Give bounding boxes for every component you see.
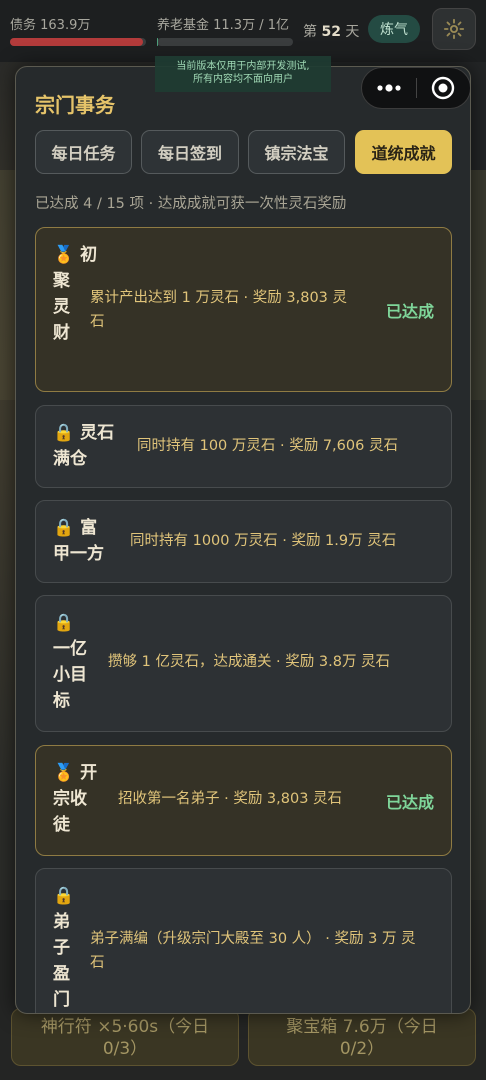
medal-icon: 🏅 bbox=[53, 763, 75, 783]
achievement-name-line: 开 bbox=[74, 763, 98, 783]
debt-progress-bar bbox=[10, 38, 146, 46]
achievement-summary: 已达成 4 / 15 项 · 达成成就可获一次性灵石奖励 bbox=[35, 196, 347, 212]
mini-program-capsule bbox=[361, 67, 471, 109]
achievement-name-line: 满仓 bbox=[53, 449, 87, 469]
speed-talisman-button[interactable]: 神行符 ×5·60s（今日 0/3） bbox=[11, 1008, 239, 1066]
achievement-name-line: 灵 bbox=[53, 297, 70, 317]
top-status-bar: 债务 163.9万 养老基金 11.3万 / 1亿 第 52 天 炼气 bbox=[0, 0, 486, 62]
achievement-name-line: 初 bbox=[74, 245, 98, 265]
lock-icon: 🔒 bbox=[53, 423, 75, 443]
treasure-box-line-1: 聚宝箱 7.6万（今日 bbox=[286, 1017, 438, 1037]
lock-icon: 🔒 bbox=[53, 886, 75, 906]
fund-progress-bar bbox=[157, 38, 293, 46]
achievement-name: 🔒 一亿小目标 bbox=[53, 610, 87, 714]
achievement-description: 同时持有 1000 万灵石 · 奖励 1.9万 灵石 bbox=[130, 533, 397, 549]
achievement-description: 同时持有 100 万灵石 · 奖励 7,606 灵石 bbox=[137, 438, 398, 454]
medal-icon: 🏅 bbox=[53, 245, 75, 265]
achievement-name-line: 盈 bbox=[53, 964, 70, 984]
tab-daily-tasks[interactable]: 每日任务 bbox=[35, 130, 132, 174]
achievement-name-line: 弟 bbox=[53, 912, 70, 932]
achievement-name-line: 聚 bbox=[53, 271, 70, 291]
modal-title: 宗门事务 bbox=[35, 93, 115, 117]
tab-achievements[interactable]: 道统成就 bbox=[355, 130, 452, 174]
settings-button[interactable] bbox=[432, 8, 476, 50]
tab-sect-treasure[interactable]: 镇宗法宝 bbox=[248, 130, 345, 174]
refine-button[interactable]: 炼气 bbox=[368, 15, 420, 43]
debt-label: 债务 163.9万 bbox=[10, 18, 91, 33]
achievement-card[interactable]: 🏅 初聚灵财累计产出达到 1 万灵石 · 奖励 3,803 灵石 已达成 bbox=[35, 227, 452, 392]
target-close-icon bbox=[432, 76, 455, 100]
achievement-card[interactable]: 🔒 弟子盈门弟子满编（升级宗门大殿至 30 人） · 奖励 3 万 灵石 bbox=[35, 868, 452, 1013]
notice-line-1: 当前版本仅用于内部开发测试, bbox=[176, 61, 310, 72]
close-button[interactable] bbox=[417, 68, 471, 108]
day-suffix: 天 bbox=[345, 24, 360, 40]
gear-icon bbox=[443, 18, 465, 40]
fund-label: 养老基金 11.3万 / 1亿 bbox=[157, 18, 289, 33]
tab-bar: 每日任务 每日签到 镇宗法宝 道统成就 bbox=[35, 130, 455, 174]
achievement-name-line: 甲一方 bbox=[53, 544, 104, 564]
fund-progress-fill bbox=[157, 38, 158, 46]
achievement-name: 🏅 开宗收徒 bbox=[53, 760, 97, 838]
achievement-name-line: 灵石 bbox=[74, 423, 115, 443]
achievement-name-line: 富 bbox=[74, 518, 98, 538]
achievement-description: 攒够 1 亿灵石，达成通关 · 奖励 3.8万 灵石 bbox=[108, 654, 391, 670]
achievement-status: 已达成 bbox=[385, 302, 434, 321]
achievement-name-line: 宗收 bbox=[53, 789, 87, 809]
more-button[interactable] bbox=[362, 68, 416, 108]
treasure-box-line-2: 0/2） bbox=[339, 1039, 385, 1059]
day-counter: 第 52 天 bbox=[303, 21, 359, 41]
day-prefix: 第 bbox=[303, 24, 317, 40]
more-dots-icon bbox=[377, 84, 401, 92]
day-value: 52 bbox=[321, 24, 341, 40]
speed-talisman-line-2: 0/3） bbox=[102, 1039, 148, 1059]
debt-progress-fill bbox=[10, 38, 144, 46]
lock-icon: 🔒 bbox=[53, 518, 75, 538]
achievement-name-line: 徒 bbox=[53, 815, 70, 835]
tab-daily-checkin[interactable]: 每日签到 bbox=[141, 130, 239, 174]
achievement-description: 弟子满编（升级宗门大殿至 30 人） · 奖励 3 万 灵石 bbox=[90, 931, 416, 971]
achievement-name: 🔒 富甲一方 bbox=[53, 515, 104, 567]
achievement-card[interactable]: 🔒 富甲一方 同时持有 1000 万灵石 · 奖励 1.9万 灵石 bbox=[35, 500, 452, 583]
achievement-card[interactable]: 🔒 灵石满仓 同时持有 100 万灵石 · 奖励 7,606 灵石 bbox=[35, 405, 452, 488]
achievement-name-line: 门 bbox=[53, 990, 70, 1010]
achievement-status: 已达成 bbox=[385, 793, 434, 812]
achievement-name-line: 财 bbox=[53, 323, 70, 343]
achievement-description: 累计产出达到 1 万灵石 · 奖励 3,803 灵石 bbox=[90, 290, 347, 330]
achievement-name: 🔒 灵石满仓 bbox=[53, 420, 114, 472]
speed-talisman-line-1: 神行符 ×5·60s（今日 bbox=[40, 1017, 210, 1037]
achievement-card[interactable]: 🔒 一亿小目标 攒够 1 亿灵石，达成通关 · 奖励 3.8万 灵石 bbox=[35, 595, 452, 732]
achievement-name-line: 一亿 bbox=[53, 639, 87, 659]
sect-affairs-modal: 宗门事务 每日任务 每日签到 镇宗法宝 道统成就 已达成 4 / 15 项 · … bbox=[15, 66, 471, 1014]
achievement-name: 🔒 弟子盈门 bbox=[53, 883, 74, 1013]
lock-icon: 🔒 bbox=[53, 613, 75, 633]
treasure-box-button[interactable]: 聚宝箱 7.6万（今日 0/2） bbox=[248, 1008, 476, 1066]
achievement-name-line: 标 bbox=[53, 691, 70, 711]
achievement-name-line: 小目 bbox=[53, 665, 87, 685]
achievement-description: 招收第一名弟子 · 奖励 3,803 灵石 bbox=[118, 791, 343, 807]
internal-test-notice: 当前版本仅用于内部开发测试, 所有内容均不面向用户 bbox=[155, 56, 331, 92]
notice-line-2: 所有内容均不面向用户 bbox=[193, 74, 293, 85]
achievement-card[interactable]: 🏅 开宗收徒 招收第一名弟子 · 奖励 3,803 灵石 已达成 bbox=[35, 745, 452, 856]
achievement-name-line: 子 bbox=[53, 938, 70, 958]
